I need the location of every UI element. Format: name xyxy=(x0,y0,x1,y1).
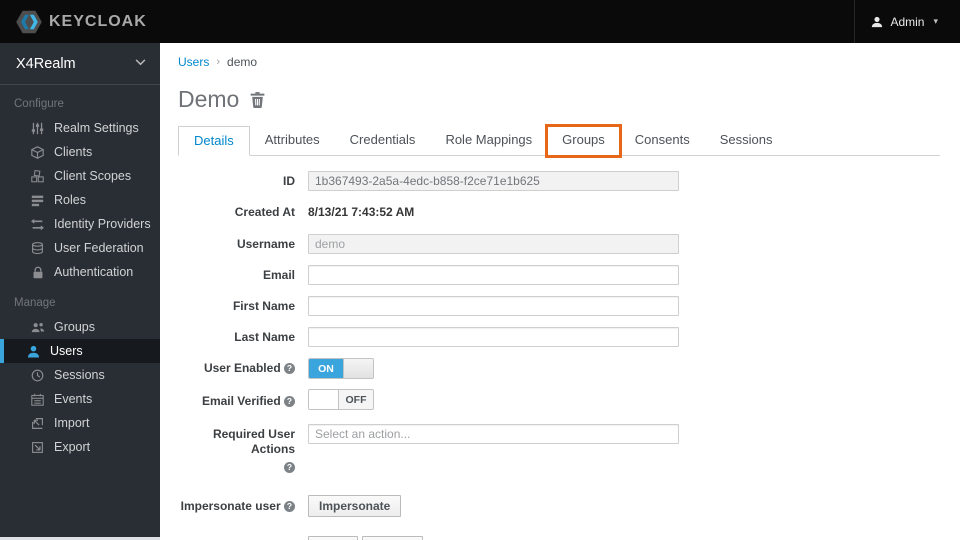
impersonate-user-label: Impersonate user ? xyxy=(178,499,308,514)
sidebar-item-export[interactable]: Export xyxy=(0,435,160,459)
caret-down-icon: ▾ xyxy=(933,16,938,26)
sidebar-item-user-federation[interactable]: User Federation xyxy=(0,236,160,260)
breadcrumb-separator-icon: › xyxy=(216,56,221,68)
clock-icon xyxy=(30,368,45,383)
required-user-actions-label: Required User Actions ? xyxy=(212,427,295,473)
admin-user-menu[interactable]: Admin ▾ xyxy=(854,0,960,43)
tab-attributes[interactable]: Attributes xyxy=(250,126,335,156)
delete-user-trash-icon[interactable] xyxy=(250,91,265,108)
cancel-button[interactable]: Cancel xyxy=(362,536,424,540)
toggle-off-label: OFF xyxy=(339,390,373,409)
user-enabled-label: User Enabled ? xyxy=(178,361,308,376)
impersonate-button[interactable]: Impersonate xyxy=(308,495,402,517)
sidebar: X4Realm Configure Realm Settings Clients… xyxy=(0,43,160,537)
list-icon xyxy=(30,193,45,208)
sliders-icon xyxy=(30,121,45,136)
calendar-icon xyxy=(30,392,45,407)
sidebar-item-label: Identity Providers xyxy=(54,217,151,231)
user-details-form: ID Created At 8/13/21 7:43:52 AM Usernam… xyxy=(178,171,940,540)
sidebar-item-label: Client Scopes xyxy=(54,169,132,183)
tab-credentials[interactable]: Credentials xyxy=(335,126,431,156)
email-verified-label: Email Verified ? xyxy=(178,394,308,409)
breadcrumb: Users › demo xyxy=(178,55,940,69)
tab-groups[interactable]: Groups xyxy=(545,124,622,158)
toggle-on-label: ON xyxy=(309,359,343,378)
email-verified-toggle[interactable]: OFF xyxy=(308,389,374,410)
first-name-label: First Name xyxy=(232,299,295,313)
last-name-input[interactable] xyxy=(308,327,679,347)
page-title: Demo xyxy=(178,86,240,112)
sidebar-item-label: Authentication xyxy=(54,265,134,279)
tab-consents[interactable]: Consents xyxy=(620,126,705,156)
tab-role-mappings[interactable]: Role Mappings xyxy=(430,126,547,156)
tab-details[interactable]: Details xyxy=(178,126,250,156)
sidebar-item-clients[interactable]: Clients xyxy=(0,140,160,164)
last-name-label: Last Name xyxy=(234,330,295,344)
created-at-value: 8/13/21 7:43:52 AM xyxy=(308,205,415,219)
sidebar-item-label: Export xyxy=(54,440,91,454)
username-label: Username xyxy=(236,237,295,251)
sidebar-item-label: Events xyxy=(54,392,93,406)
first-name-input[interactable] xyxy=(308,296,679,316)
chevron-down-icon xyxy=(135,58,146,69)
save-button[interactable]: Save xyxy=(308,536,359,540)
sidebar-item-roles[interactable]: Roles xyxy=(0,188,160,212)
sidebar-item-sessions[interactable]: Sessions xyxy=(0,363,160,387)
exchange-icon xyxy=(30,217,45,232)
sidebar-item-label: User Federation xyxy=(54,241,144,255)
tab-sessions[interactable]: Sessions xyxy=(705,126,788,156)
required-user-actions-select[interactable] xyxy=(308,424,679,444)
sidebar-item-import[interactable]: Import xyxy=(0,411,160,435)
sidebar-heading-configure: Configure xyxy=(14,98,64,110)
sidebar-item-label: Groups xyxy=(54,320,95,334)
toggle-knob xyxy=(309,390,339,409)
id-label: ID xyxy=(283,174,295,188)
admin-label: Admin xyxy=(890,14,925,29)
sidebar-item-label: Import xyxy=(54,416,90,430)
sidebar-heading-manage: Manage xyxy=(14,297,56,309)
username-input[interactable] xyxy=(308,234,679,254)
email-label: Email xyxy=(262,268,295,282)
person-icon xyxy=(871,16,883,28)
id-input[interactable] xyxy=(308,171,679,191)
main-content: Users › demo Demo Details Attributes Cre… xyxy=(160,43,960,540)
brand-text: KEYCLOAK xyxy=(49,12,147,30)
user-enabled-toggle[interactable]: ON xyxy=(308,358,374,379)
sidebar-item-label: Users xyxy=(50,344,83,358)
created-at-label: Created At xyxy=(234,205,295,219)
realm-selector[interactable]: X4Realm xyxy=(0,43,160,85)
lock-icon xyxy=(30,265,45,280)
sidebar-item-groups[interactable]: Groups xyxy=(0,315,160,339)
sidebar-item-label: Sessions xyxy=(54,368,105,382)
user-icon xyxy=(26,344,41,359)
top-bar: KEYCLOAK Admin ▾ xyxy=(0,0,960,43)
breadcrumb-current: demo xyxy=(227,55,258,69)
import-icon xyxy=(30,416,45,431)
sidebar-item-client-scopes[interactable]: Client Scopes xyxy=(0,164,160,188)
realm-name: X4Realm xyxy=(16,55,76,72)
export-icon xyxy=(30,440,45,455)
help-icon[interactable]: ? xyxy=(284,462,295,473)
sidebar-item-events[interactable]: Events xyxy=(0,387,160,411)
email-input[interactable] xyxy=(308,265,679,285)
sidebar-item-users[interactable]: Users xyxy=(0,339,160,363)
sidebar-item-authentication[interactable]: Authentication xyxy=(0,260,160,284)
cube-icon xyxy=(30,145,45,160)
toggle-knob xyxy=(343,359,373,378)
sidebar-item-label: Clients xyxy=(54,145,93,159)
breadcrumb-users-link[interactable]: Users xyxy=(178,55,209,69)
sidebar-item-label: Realm Settings xyxy=(54,121,139,135)
keycloak-logo-icon xyxy=(16,10,42,34)
help-icon[interactable]: ? xyxy=(284,396,295,407)
database-icon xyxy=(30,241,45,256)
users-icon xyxy=(30,320,45,335)
help-icon[interactable]: ? xyxy=(284,500,295,512)
sidebar-item-identity-providers[interactable]: Identity Providers xyxy=(0,212,160,236)
keycloak-logo[interactable]: KEYCLOAK xyxy=(16,10,147,34)
tab-bar: Details Attributes Credentials Role Mapp… xyxy=(178,124,940,158)
help-icon[interactable]: ? xyxy=(284,363,295,374)
cubes-icon xyxy=(30,169,45,184)
sidebar-item-label: Roles xyxy=(54,193,86,207)
sidebar-item-realm-settings[interactable]: Realm Settings xyxy=(0,116,160,140)
